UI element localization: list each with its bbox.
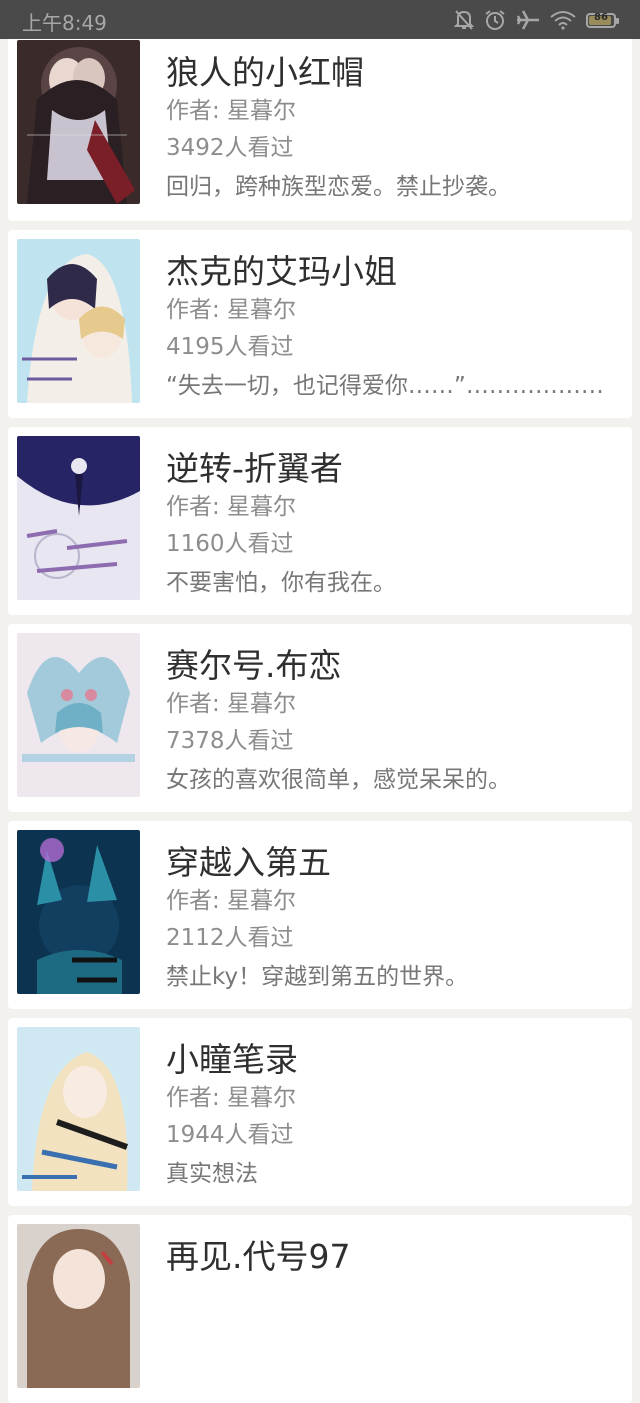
book-title: 再见.代号97 — [166, 1237, 351, 1276]
book-author: 作者: 星暮尔 — [166, 888, 297, 914]
book-card[interactable]: 杰克的艾玛小姐 作者: 星暮尔 4195人看过 “失去一切，也记得爱你……”……… — [8, 230, 632, 418]
book-author: 作者: 星暮尔 — [166, 691, 297, 717]
status-time: 上午8:49 — [22, 11, 107, 35]
book-cover — [17, 1027, 140, 1191]
cover-image — [17, 239, 140, 403]
alarm-icon — [484, 9, 506, 31]
book-title: 小瞳笔录 — [166, 1040, 298, 1079]
book-title: 狼人的小红帽 — [166, 53, 364, 92]
book-title: 穿越入第五 — [166, 843, 331, 882]
book-views: 3492人看过 — [166, 135, 294, 161]
book-cover — [17, 830, 140, 994]
book-author: 作者: 星暮尔 — [166, 297, 297, 323]
book-author: 作者: 星暮尔 — [166, 494, 297, 520]
wifi-icon — [550, 10, 576, 30]
book-title: 杰克的艾玛小姐 — [166, 252, 397, 291]
book-cover — [17, 633, 140, 797]
book-card[interactable]: 赛尔号.布恋 作者: 星暮尔 7378人看过 女孩的喜欢很简单，感觉呆呆的。 — [8, 624, 632, 812]
cover-image — [17, 1224, 140, 1388]
cover-image — [17, 436, 140, 600]
book-card[interactable]: 再见.代号97 — [8, 1215, 632, 1403]
cover-image — [17, 633, 140, 797]
book-views: 1944人看过 — [166, 1122, 294, 1148]
book-views: 7378人看过 — [166, 728, 294, 754]
battery-level: 86 — [594, 11, 608, 23]
book-description: 禁止ky！穿越到第五的世界。 — [166, 964, 469, 990]
book-author: 作者: 星暮尔 — [166, 98, 297, 124]
book-description: 回归，跨种族型恋爱。禁止抄袭。 — [166, 174, 511, 200]
book-info: 狼人的小红帽 作者: 星暮尔 3492人看过 回归，跨种族型恋爱。禁止抄袭。 — [166, 53, 608, 207]
book-description: 女孩的喜欢很简单，感觉呆呆的。 — [166, 767, 511, 793]
bell-off-icon — [454, 9, 474, 31]
book-title: 逆转-折翼者 — [166, 449, 343, 488]
book-card[interactable]: 小瞳笔录 作者: 星暮尔 1944人看过 真实想法 — [8, 1018, 632, 1206]
airplane-icon — [516, 9, 540, 31]
book-cover — [17, 1224, 140, 1388]
book-title: 赛尔号.布恋 — [166, 646, 342, 685]
book-card[interactable]: 狼人的小红帽 作者: 星暮尔 3492人看过 回归，跨种族型恋爱。禁止抄袭。 — [8, 33, 632, 221]
book-author: 作者: 星暮尔 — [166, 1085, 297, 1111]
cover-image — [17, 1027, 140, 1191]
book-card[interactable]: 逆转-折翼者 作者: 星暮尔 1160人看过 不要害怕，你有我在。 — [8, 427, 632, 615]
status-icons: 86 — [454, 8, 619, 32]
book-card[interactable]: 穿越入第五 作者: 星暮尔 2112人看过 禁止ky！穿越到第五的世界。 — [8, 821, 632, 1009]
book-info: 小瞳笔录 作者: 星暮尔 1944人看过 真实想法 — [166, 1040, 608, 1194]
book-description: 真实想法 — [166, 1161, 258, 1187]
book-info: 逆转-折翼者 作者: 星暮尔 1160人看过 不要害怕，你有我在。 — [166, 449, 608, 603]
book-description: “失去一切，也记得爱你……”……………………… — [166, 373, 608, 399]
book-views: 2112人看过 — [166, 925, 294, 951]
battery-icon: 86 — [586, 11, 619, 28]
book-description: 不要害怕，你有我在。 — [166, 570, 396, 596]
status-bar: 上午8:49 86 — [0, 0, 640, 39]
book-views: 4195人看过 — [166, 334, 294, 360]
book-cover — [17, 436, 140, 600]
book-info: 再见.代号97 — [166, 1237, 608, 1277]
book-cover — [17, 40, 140, 204]
book-info: 赛尔号.布恋 作者: 星暮尔 7378人看过 女孩的喜欢很简单，感觉呆呆的。 — [166, 646, 608, 800]
book-info: 杰克的艾玛小姐 作者: 星暮尔 4195人看过 “失去一切，也记得爱你……”……… — [166, 252, 608, 406]
book-info: 穿越入第五 作者: 星暮尔 2112人看过 禁止ky！穿越到第五的世界。 — [166, 843, 608, 997]
cover-image — [17, 830, 140, 994]
book-cover — [17, 239, 140, 403]
cover-image — [17, 40, 140, 204]
book-views: 1160人看过 — [166, 531, 294, 557]
